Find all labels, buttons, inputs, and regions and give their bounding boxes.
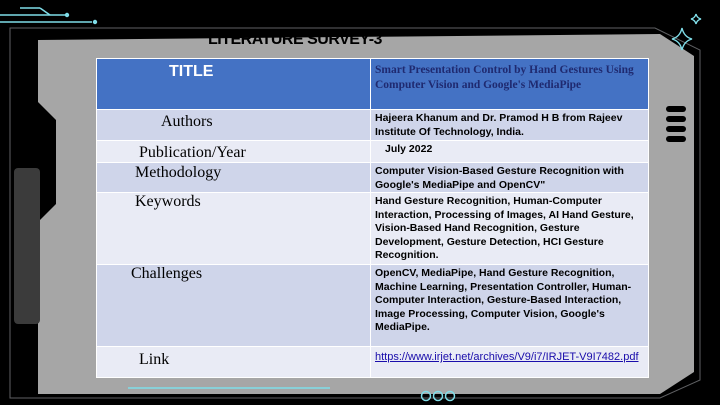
- challenges-label: Challenges: [131, 265, 203, 282]
- header-value-cell: Smart Presentation Control by Hand Gestu…: [370, 58, 649, 110]
- paper-link[interactable]: https://www.irjet.net/archives/V9/i7/IRJ…: [371, 347, 648, 364]
- keywords-value: Hand Gesture Recognition, Human-Computer…: [375, 195, 634, 261]
- literature-table: TITLE Smart Presentation Control by Hand…: [96, 58, 649, 378]
- table-header-row: TITLE Smart Presentation Control by Hand…: [96, 58, 649, 110]
- circuit-node-1: [64, 12, 70, 18]
- challenges-value: OpenCV, MediaPipe, Hand Gesture Recognit…: [375, 267, 632, 333]
- circuit-node-2: [92, 19, 98, 25]
- table-row-keywords: Keywords Hand Gesture Recognition, Human…: [96, 192, 649, 265]
- left-bar: [14, 168, 40, 324]
- table-row-challenges: Challenges OpenCV, MediaPipe, Hand Gestu…: [96, 264, 649, 347]
- link-label: Link: [139, 351, 170, 368]
- header-label: TITLE: [169, 63, 214, 80]
- circuit-lines: [0, 7, 92, 23]
- publication-value: July 2022: [385, 143, 433, 155]
- publication-label: Publication/Year: [139, 144, 246, 161]
- paper-title: Smart Presentation Control by Hand Gestu…: [375, 64, 634, 91]
- keywords-label: Keywords: [135, 193, 201, 210]
- authors-label: Authors: [161, 113, 213, 130]
- table-row-methodology: Methodology Computer Vision-Based Gestur…: [96, 162, 649, 193]
- table-row-authors: Authors Hajeera Khanum and Dr. Pramod H …: [96, 109, 649, 141]
- slide-title: LITERATURE SURVEY-3: [208, 31, 382, 48]
- methodology-value: Computer Vision-Based Gesture Recognitio…: [375, 165, 624, 191]
- methodology-label: Methodology: [135, 164, 222, 181]
- authors-value: Hajeera Khanum and Dr. Pramod H B from R…: [375, 112, 623, 138]
- table-row-link: Link https://www.irjet.net/archives/V9/i…: [96, 346, 649, 378]
- table-row-publication: Publication/Year July 2022: [96, 140, 649, 163]
- header-key-cell: TITLE: [96, 58, 371, 110]
